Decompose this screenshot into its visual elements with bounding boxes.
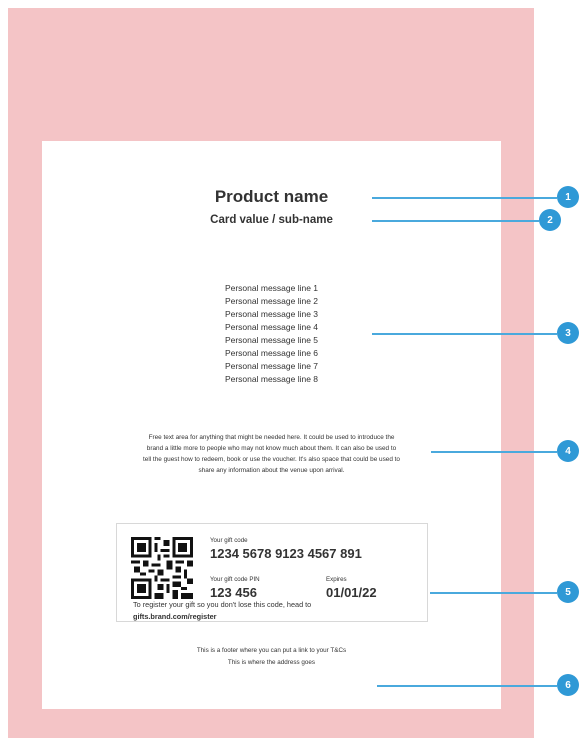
footer-address: This is where the address goes <box>227 659 316 666</box>
free-text-line: brand a little more to people who may no… <box>146 445 397 452</box>
register-text: To register your gift so you don't lose … <box>133 599 311 623</box>
expires-label: Expires <box>326 576 347 583</box>
register-instruction: To register your gift so you don't lose … <box>133 600 312 609</box>
callout-badge-2: 2 <box>539 209 561 231</box>
callout-line-1 <box>372 197 557 199</box>
callout-badge-1: 1 <box>557 186 579 208</box>
message-line: Personal message line 1 <box>224 283 319 293</box>
free-text-line: share any information about the venue up… <box>198 467 345 474</box>
free-text-line: Free text area for anything that might b… <box>148 434 395 441</box>
message-line: Personal message line 2 <box>224 296 319 306</box>
register-link[interactable]: gifts.brand.com/register <box>133 612 217 621</box>
gift-card: Product name Card value / sub-name Perso… <box>42 141 501 709</box>
gift-code-box: Your gift code 1234 5678 9123 4567 891 Y… <box>116 523 428 622</box>
message-line: Personal message line 5 <box>224 335 319 345</box>
expires-value: 01/01/22 <box>326 585 377 600</box>
qr-code-icon <box>131 537 193 599</box>
callout-badge-6: 6 <box>557 674 579 696</box>
message-line: Personal message line 6 <box>224 348 319 358</box>
callout-line-2 <box>372 220 539 222</box>
gift-code-value: 1234 5678 9123 4567 891 <box>210 546 362 561</box>
free-text-area: Free text area for anything that might b… <box>72 432 471 476</box>
message-line: Personal message line 3 <box>224 309 319 319</box>
gift-pin-value: 123 456 <box>210 585 257 600</box>
callout-line-6 <box>377 685 557 687</box>
callout-badge-4: 4 <box>557 440 579 462</box>
footer-terms: This is a footer where you can put a lin… <box>196 647 347 654</box>
callout-badge-3: 3 <box>557 322 579 344</box>
callout-badge-5: 5 <box>557 581 579 603</box>
message-line: Personal message line 8 <box>224 374 319 384</box>
message-line: Personal message line 7 <box>224 361 319 371</box>
callout-line-3 <box>372 333 557 335</box>
free-text-line: tell the guest how to redeem, book or us… <box>142 456 400 463</box>
gift-pin-label: Your gift code PIN <box>210 576 260 583</box>
card-footer: This is a footer where you can put a lin… <box>42 645 501 669</box>
callout-line-4 <box>431 451 557 453</box>
gift-code-label: Your gift code <box>210 537 248 544</box>
callout-line-5 <box>430 592 557 594</box>
